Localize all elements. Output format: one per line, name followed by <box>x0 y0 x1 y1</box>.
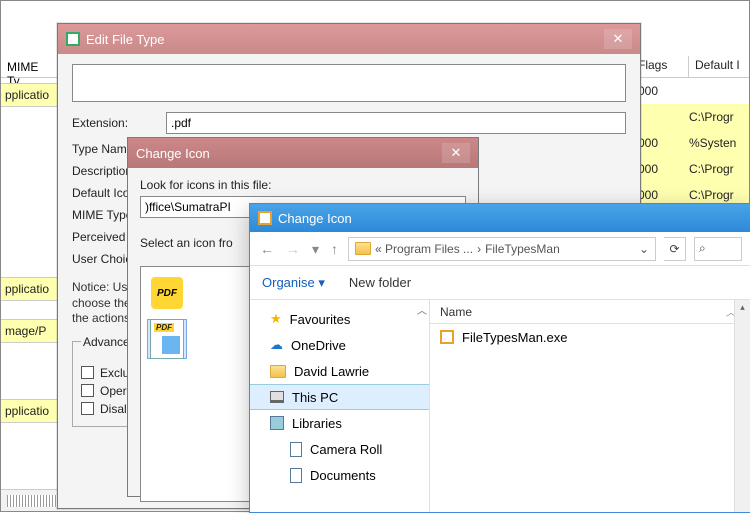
checkbox-icon <box>81 384 94 397</box>
libraries-icon <box>270 416 284 430</box>
row-label: mage/P <box>1 319 61 343</box>
icon-option-pdf-yellow[interactable]: PDF <box>147 273 187 313</box>
folder-icon <box>270 365 286 378</box>
chk-oper[interactable]: Oper <box>81 384 133 398</box>
change-icon-browser-dialog: Change Icon ← → ▾ ↑ « Program Files ... … <box>249 203 750 513</box>
crumb-2[interactable]: FileTypesMan <box>485 242 560 256</box>
breadcrumb[interactable]: « Program Files ... › FileTypesMan ⌄ <box>348 237 656 261</box>
cloud-icon: ☁ <box>270 337 283 353</box>
file-row[interactable]: FileTypesMan.exe <box>430 324 750 350</box>
tree-favourites[interactable]: ★Favourites <box>250 306 429 332</box>
star-icon: ★ <box>270 311 282 327</box>
row-label: pplicatio <box>1 83 61 107</box>
vertical-scrollbar[interactable] <box>734 300 750 512</box>
pdf-page-icon <box>150 319 184 359</box>
organise-menu[interactable]: Organise ▾ <box>262 275 325 291</box>
icon-option-pdf-page[interactable] <box>147 319 187 359</box>
row-label: pplicatio <box>1 399 61 423</box>
file-name: FileTypesMan.exe <box>462 330 568 345</box>
tree-onedrive[interactable]: ☁OneDrive <box>250 332 429 358</box>
ci2-titlebar[interactable]: Change Icon <box>250 204 750 232</box>
tree-libraries[interactable]: Libraries <box>250 410 429 436</box>
icon-list[interactable]: PDF <box>140 266 258 502</box>
file-header-name[interactable]: Name ︿ <box>430 300 750 324</box>
nav-tree[interactable]: ︿ ★Favourites ☁OneDrive David Lawrie Thi… <box>250 300 430 512</box>
nav-up-button[interactable]: ↑ <box>329 241 340 257</box>
document-icon <box>290 442 302 457</box>
tree-user[interactable]: David Lawrie <box>250 358 429 384</box>
edit-close-button[interactable]: ✕ <box>604 29 632 49</box>
row-label: pplicatio <box>1 277 61 301</box>
col-default[interactable]: Default I <box>689 56 749 78</box>
document-icon <box>290 468 302 483</box>
nav-bar: ← → ▾ ↑ « Program Files ... › FileTypesM… <box>250 232 750 266</box>
scroll-up-icon[interactable]: ︿ <box>417 302 427 317</box>
exe-icon <box>440 330 454 344</box>
ci1-close-button[interactable]: ✕ <box>442 143 470 163</box>
chk-disal[interactable]: Disal <box>81 402 133 416</box>
tree-this-pc[interactable]: This PC <box>250 384 429 410</box>
ci1-titlebar[interactable]: Change Icon ✕ <box>128 138 478 168</box>
search-icon: ⌕ <box>699 241 706 256</box>
toolbar: Organise ▾ New folder <box>250 266 750 300</box>
chk-exclu[interactable]: Exclu <box>81 366 133 380</box>
edit-title-text: Edit File Type <box>86 32 165 47</box>
top-text-area[interactable] <box>72 64 626 102</box>
app-icon <box>66 32 80 46</box>
checkbox-icon <box>81 366 94 379</box>
ci1-title-text: Change Icon <box>136 146 210 161</box>
refresh-button[interactable]: ⟳ <box>664 237 686 261</box>
pdf-icon: PDF <box>151 277 183 309</box>
extension-label: Extension: <box>72 116 166 130</box>
file-pane: Name ︿ FileTypesMan.exe <box>430 300 750 512</box>
tree-documents[interactable]: Documents <box>250 462 429 488</box>
advance-title: Advance <box>81 335 132 349</box>
ci2-title-text: Change Icon <box>278 211 352 226</box>
checkbox-icon <box>81 402 94 415</box>
look-for-icons-label: Look for icons in this file: <box>140 178 466 192</box>
folder-icon <box>355 242 371 255</box>
col-mime[interactable]: MIME Ty <box>1 56 57 78</box>
extension-field[interactable] <box>166 112 626 134</box>
crumb-1[interactable]: « Program Files ... <box>375 242 473 256</box>
pc-icon <box>270 391 284 403</box>
search-input[interactable]: ⌕ <box>694 237 742 261</box>
app-icon <box>258 211 272 225</box>
new-folder-button[interactable]: New folder <box>349 275 411 290</box>
chevron-down-icon[interactable]: ⌄ <box>639 242 649 256</box>
chevron-right-icon: › <box>477 242 481 256</box>
nav-recent-button[interactable]: ▾ <box>310 240 321 257</box>
edit-titlebar[interactable]: Edit File Type ✕ <box>58 24 640 54</box>
nav-back-button[interactable]: ← <box>258 241 276 257</box>
nav-forward-button[interactable]: → <box>284 241 302 257</box>
tree-camera-roll[interactable]: Camera Roll <box>250 436 429 462</box>
